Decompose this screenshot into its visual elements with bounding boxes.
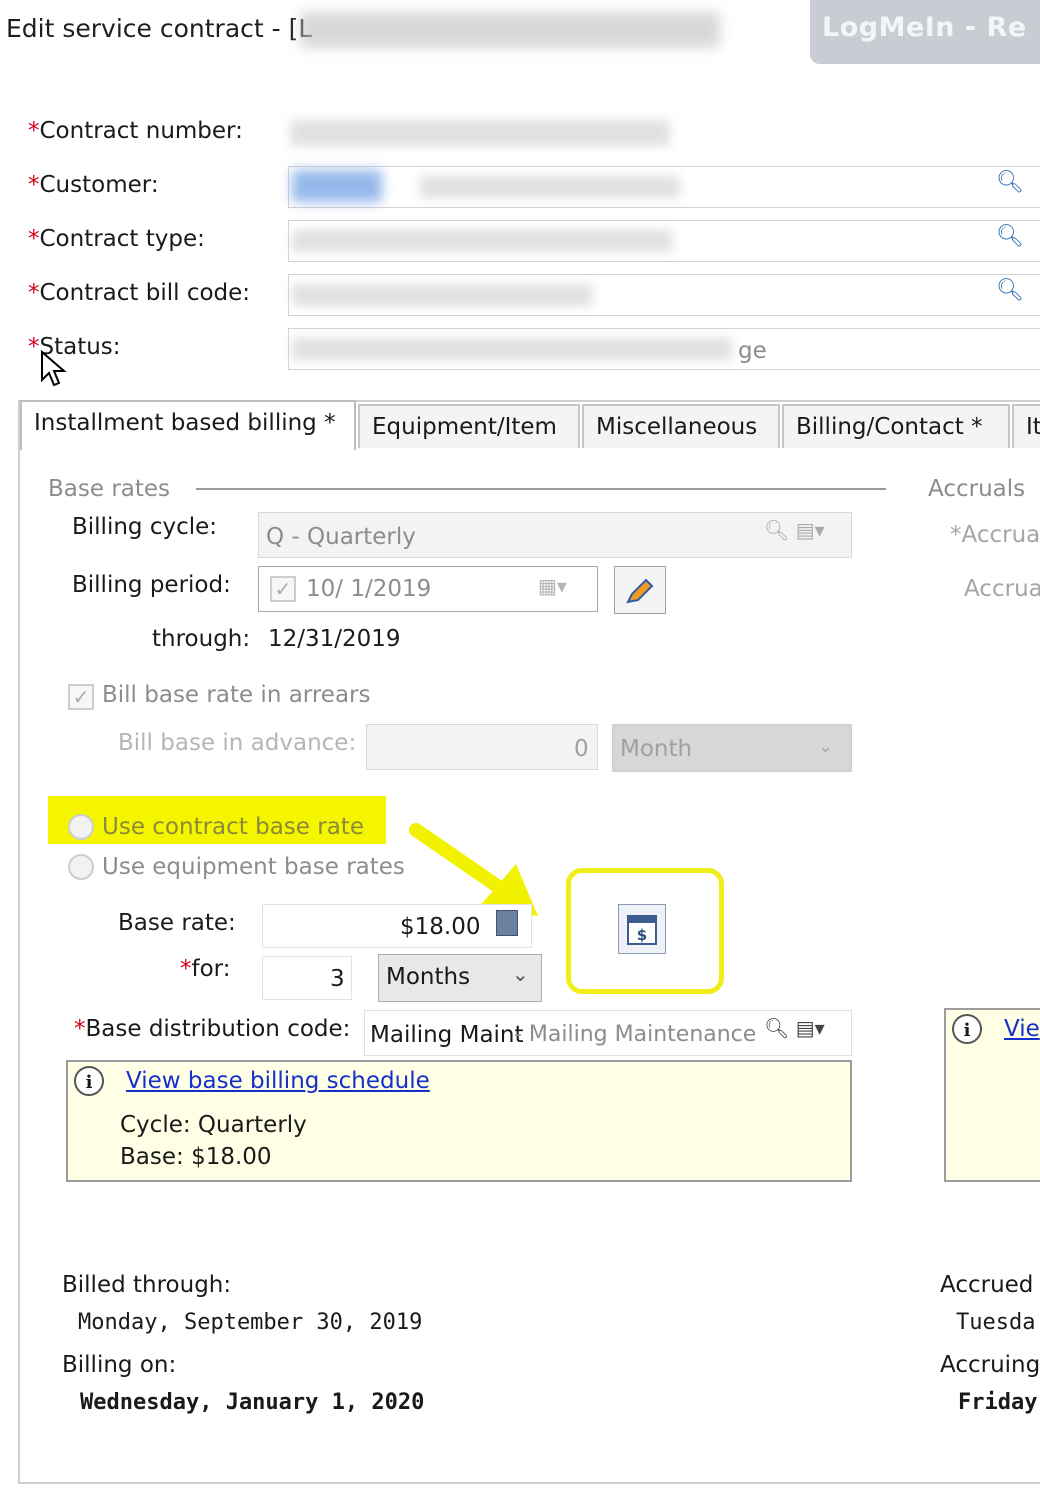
billed-through-value: Monday, September 30, 2019 — [78, 1310, 423, 1335]
tab-more[interactable]: It — [1012, 404, 1040, 448]
accrued-label: Accrued — [940, 1272, 1034, 1298]
accruals-field1-label: *Accrua — [950, 522, 1040, 548]
contract-type-search-icon[interactable]: 🔍︎ — [996, 224, 1024, 249]
accruals-info-icon: i — [952, 1014, 982, 1044]
tab-miscellaneous[interactable]: Miscellaneous — [582, 404, 780, 448]
bill-advance-value: 0 — [574, 736, 589, 762]
billing-period-label: Billing period: — [72, 572, 231, 598]
distribution-code-value: Mailing Maint — [370, 1022, 524, 1048]
contract-bill-code-value — [292, 284, 592, 306]
schedule-base-text: Base: $18.00 — [120, 1144, 272, 1170]
use-equipment-rates-radio[interactable] — [68, 854, 94, 880]
svg-text:$: $ — [637, 926, 647, 944]
distribution-search-icon[interactable]: 🔍︎ ▤▾ — [764, 1016, 825, 1040]
use-contract-rate-label: Use contract base rate — [102, 814, 364, 840]
use-equipment-rates-label: Use equipment base rates — [102, 854, 405, 880]
billing-period-value: 10/ 1/2019 — [306, 576, 432, 602]
billing-on-label: Billing on: — [62, 1352, 177, 1378]
for-value: 3 — [330, 966, 345, 992]
tab-installment-billing[interactable]: Installment based billing * — [20, 400, 356, 450]
contract-type-value — [292, 230, 672, 252]
mouse-cursor-icon — [41, 350, 67, 387]
base-rate-field[interactable] — [262, 904, 532, 948]
through-value: 12/31/2019 — [268, 626, 401, 652]
chevron-down-icon: ⌄ — [818, 736, 834, 757]
distribution-code-description: - Mailing Maintenance — [514, 1022, 757, 1047]
base-rate-label: Base rate: — [118, 910, 236, 936]
pencil-icon — [626, 578, 654, 604]
calendar-dollar-icon: $ — [627, 915, 657, 945]
for-unit-value: Months — [386, 964, 471, 990]
accruing-label: Accruing — [940, 1352, 1040, 1378]
redacted-title-area — [300, 12, 720, 48]
status-value: ge — [738, 338, 767, 364]
accruals-field2-label: Accrua — [964, 576, 1040, 602]
for-unit-chevron-icon: ⌄ — [512, 962, 529, 986]
billed-through-label: Billed through: — [62, 1272, 232, 1298]
bill-arrears-checkbox[interactable]: ✓ — [68, 684, 94, 710]
base-rates-heading: Base rates — [48, 476, 171, 502]
tab-equipment-item[interactable]: Equipment/Item — [358, 404, 580, 448]
bill-advance-unit-value: Month — [620, 736, 693, 762]
through-label: through: — [152, 626, 251, 652]
calendar-dropdown-icon[interactable]: ▦▾ — [538, 574, 567, 598]
customer-value — [420, 176, 680, 198]
schedule-cycle-text: Cycle: Quarterly — [120, 1112, 307, 1138]
contract-bill-code-label: *Contract bill code: — [28, 280, 251, 306]
billing-period-checkbox[interactable]: ✓ — [270, 576, 296, 602]
billing-cycle-search-icon[interactable]: 🔍︎ ▤▾ — [764, 518, 825, 542]
base-rates-divider — [196, 488, 886, 490]
billing-cycle-value: Q - Quarterly — [266, 524, 416, 550]
info-icon: i — [74, 1066, 104, 1096]
billing-cycle-label: Billing cycle: — [72, 514, 218, 540]
logmein-title: LogMeIn - Re — [822, 12, 1027, 43]
contract-bill-code-search-icon[interactable]: 🔍︎ — [996, 278, 1024, 303]
bill-arrears-label: Bill base rate in arrears — [102, 682, 371, 708]
status-value-blur — [292, 338, 732, 360]
contract-number-value — [290, 120, 670, 146]
contract-number-label: *Contract number: — [28, 118, 243, 144]
accrued-value: Tuesda — [956, 1310, 1036, 1335]
contract-type-label: *Contract type: — [28, 226, 205, 252]
accruing-value: Friday, — [958, 1390, 1040, 1415]
bill-advance-field[interactable] — [366, 724, 598, 770]
billing-on-value: Wednesday, January 1, 2020 — [80, 1390, 425, 1415]
accruals-view-link[interactable]: Vie — [1004, 1016, 1040, 1042]
customer-selection — [292, 170, 382, 202]
calculator-icon[interactable] — [496, 910, 518, 936]
bill-advance-label: Bill base in advance: — [118, 730, 357, 756]
tab-billing-contact[interactable]: Billing/Contact * — [782, 404, 1010, 448]
customer-search-icon[interactable]: 🔍︎ — [996, 170, 1024, 195]
view-base-billing-schedule-link[interactable]: View base billing schedule — [126, 1068, 430, 1094]
customer-label: *Customer: — [28, 172, 159, 198]
use-contract-rate-radio[interactable] — [68, 814, 94, 840]
window-title: Edit service contract - [L — [6, 14, 313, 43]
distribution-code-label: *Base distribution code: — [74, 1016, 351, 1042]
for-label: *for: — [180, 956, 231, 982]
base-rate-value: $18.00 — [400, 914, 481, 940]
accruals-heading: Accruals — [928, 476, 1026, 502]
